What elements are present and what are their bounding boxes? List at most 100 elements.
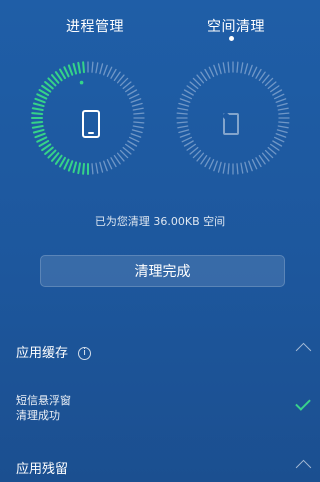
ring-tick-active <box>59 68 66 80</box>
ring-tick <box>130 98 142 103</box>
ring-tick <box>176 121 188 124</box>
phone-icon <box>82 110 100 138</box>
section-app-residue[interactable]: 应用残留 <box>16 458 68 477</box>
ring-tick-active <box>31 121 44 124</box>
ring-tick <box>129 93 140 100</box>
ring-tick <box>178 129 190 134</box>
ring-tick <box>275 133 287 138</box>
ring-tick <box>189 81 199 90</box>
ring-tick <box>113 155 121 165</box>
ring-tick <box>129 136 140 143</box>
ring-tick <box>236 163 239 175</box>
ring-tick <box>110 68 117 79</box>
ring-tick <box>276 102 288 107</box>
ring-tick <box>267 146 277 155</box>
ring-tick-active <box>31 107 44 112</box>
ring-tick-active <box>34 132 46 139</box>
ring-tick <box>278 112 290 115</box>
ring-tick <box>106 66 113 77</box>
ring-tick <box>236 61 239 73</box>
ring-tick-active <box>82 162 85 175</box>
ring-tick-active <box>77 162 82 175</box>
ring-tick <box>277 125 289 129</box>
ring-tick <box>132 107 144 111</box>
ring-tick <box>116 74 125 84</box>
tab-space-clean[interactable]: 空间清理 <box>207 16 265 36</box>
ring-tick-active <box>36 136 48 143</box>
ring-tick <box>258 155 266 165</box>
active-tab-indicator <box>229 36 234 41</box>
ring-tick <box>276 129 288 134</box>
ring-tick <box>204 157 211 168</box>
ring-tick-active <box>63 158 70 170</box>
ring-tick-active <box>77 61 82 74</box>
ring-tick <box>222 162 226 174</box>
ring-tick <box>127 140 138 147</box>
ring-tick <box>270 85 280 93</box>
ring-tick <box>227 61 230 73</box>
ring-tick <box>274 136 285 143</box>
ring-tick <box>132 125 144 129</box>
chevron-up-icon[interactable] <box>295 459 312 476</box>
ring-tick <box>272 140 283 147</box>
ring-tick <box>261 74 270 84</box>
ring-tick <box>183 140 194 147</box>
ring-tick <box>122 81 132 90</box>
ring-tick <box>181 93 192 100</box>
ring-tick <box>244 161 249 173</box>
ring-tick-active <box>41 84 52 93</box>
ring-tick <box>179 98 191 103</box>
ring-tick <box>261 152 270 162</box>
section-app-residue-title: 应用残留 <box>16 462 69 477</box>
ring-tick <box>133 121 145 124</box>
chevron-up-icon[interactable] <box>295 342 312 359</box>
ring-tick <box>125 85 135 93</box>
ring-tick <box>113 71 121 81</box>
ring-tick <box>125 143 135 151</box>
clean-done-button[interactable]: 清理完成 <box>40 255 285 287</box>
ring-tick <box>131 102 143 107</box>
clean-status-text: 已为您清理 36.00KB 空间 <box>94 215 226 228</box>
info-icon[interactable]: i <box>78 347 92 360</box>
ring-tick <box>213 64 218 76</box>
ring-tick <box>248 64 253 76</box>
ring-tick <box>196 74 205 84</box>
ring-tick <box>186 143 196 151</box>
ring-tick <box>255 157 262 168</box>
ring-tick <box>227 163 230 175</box>
ring-tick-active <box>72 161 78 174</box>
ring-tick <box>127 89 138 96</box>
ring-tick-active <box>32 128 45 134</box>
ring-tick-active <box>82 61 85 74</box>
ring-tick-active <box>67 64 74 76</box>
ring-tick <box>103 160 108 172</box>
ring-tick <box>179 133 191 138</box>
ring-tick <box>177 125 189 129</box>
ring-tick <box>183 89 194 96</box>
ring-tick-active <box>38 140 50 147</box>
ring-tick-active <box>41 143 52 152</box>
ring-tick <box>251 66 258 77</box>
tab-process-management[interactable]: 进程管理 <box>66 16 124 36</box>
section-app-cache[interactable]: 应用缓存 i <box>16 342 92 361</box>
ring-tick-active <box>54 71 63 82</box>
ring-tick <box>192 149 202 159</box>
ring-tick-active <box>54 154 63 165</box>
ring-tick-active <box>59 156 66 168</box>
sd-card-icon <box>223 113 239 135</box>
ring-tick <box>189 146 199 155</box>
list-item-name: 短信悬浮窗 <box>16 394 71 407</box>
ring-tick <box>200 71 208 81</box>
ring-tick <box>255 68 262 79</box>
ring-tick <box>192 77 202 87</box>
ring-tick <box>181 136 192 143</box>
ring-tick-active <box>34 97 46 104</box>
ring-tick <box>122 146 132 155</box>
ring-tick <box>244 63 249 75</box>
ring-tick <box>274 93 285 100</box>
ring-tick <box>131 129 143 134</box>
ring-tick <box>222 62 226 74</box>
ring-tick <box>217 161 222 173</box>
ring-tick-active <box>63 66 70 78</box>
ring-tick <box>103 64 108 76</box>
